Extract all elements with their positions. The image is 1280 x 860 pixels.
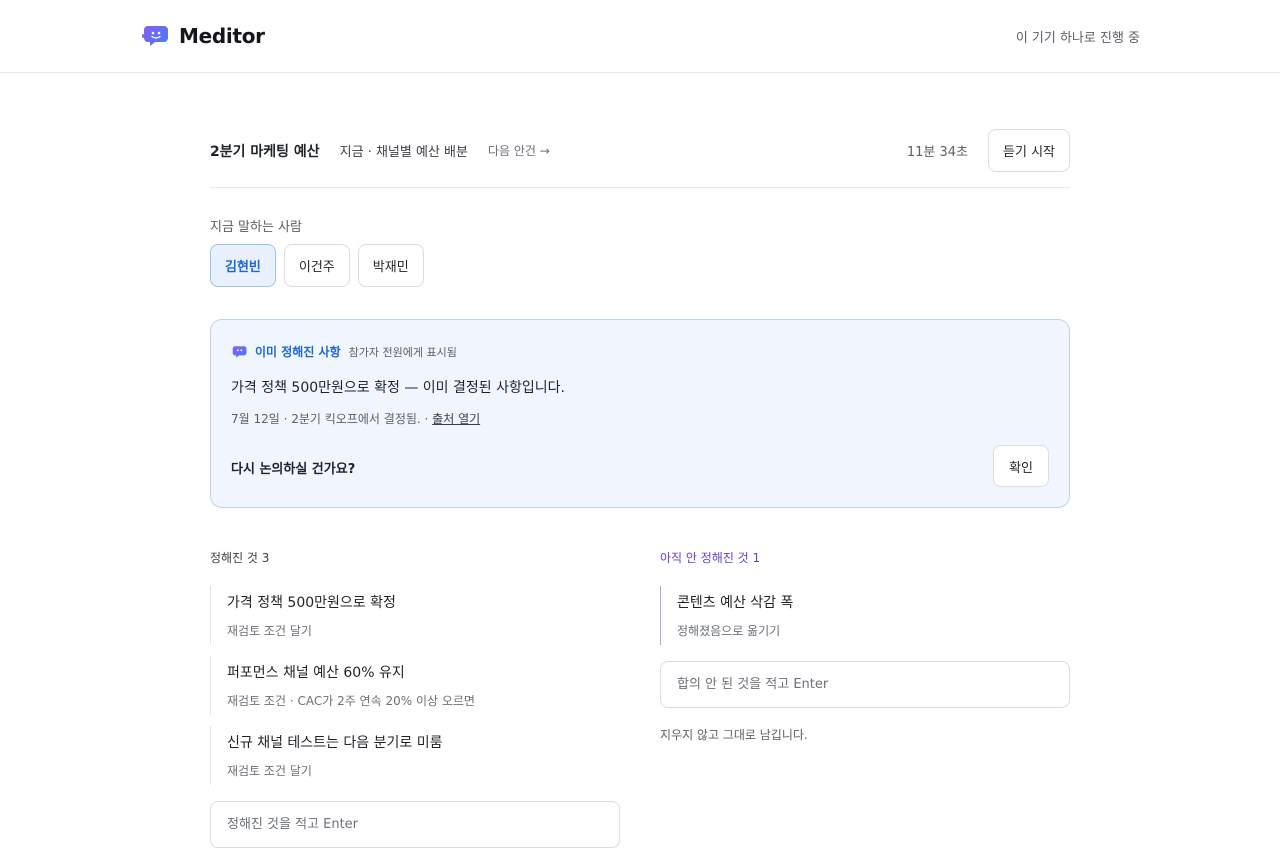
decided-item[interactable]: 퍼포먼스 채널 예산 60% 유지 재검토 조건 · CAC가 2주 연속 20…: [210, 656, 620, 715]
app-name: Meditor: [179, 24, 265, 48]
undecided-header: 아직 안 정해진 것 1: [660, 551, 761, 565]
main-content: 2분기 마케팅 예산 지금 · 채널별 예산 배분 다음 안건 → 11분 34…: [210, 73, 1070, 848]
speaker-chip[interactable]: 이건주: [283, 244, 350, 287]
undecided-input[interactable]: [660, 661, 1070, 708]
app-logo[interactable]: Meditor: [141, 24, 265, 48]
device-status: 이 기기 하나로 진행 중: [1015, 31, 1140, 46]
move-to-decided-link[interactable]: 정해졌음으로 옮기기: [677, 622, 1070, 639]
item-subtext: 재검토 조건 · CAC가 2주 연속 20% 이상 오르면: [227, 694, 475, 708]
keep-note: 지우지 않고 그대로 남깁니다.: [660, 728, 808, 742]
notice-tag: 이미 정해진 사항: [255, 345, 341, 359]
decided-column: 정해진 것 3 가격 정책 500만원으로 확정 재검토 조건 달기 퍼포먼스 …: [210, 549, 620, 848]
item-title: 가격 정책 500만원으로 확정: [227, 595, 396, 611]
already-decided-notice: 이미 정해진 사항 참가자 전원에게 표시됨 가격 정책 500만원으로 확정 …: [210, 319, 1070, 508]
meeting-bar: 2분기 마케팅 예산 지금 · 채널별 예산 배분 다음 안건 → 11분 34…: [210, 73, 1070, 188]
item-title: 퍼포먼스 채널 예산 60% 유지: [227, 665, 405, 681]
speaker-selector: 김현빈 이건주 박재민: [210, 244, 424, 287]
speaker-chip[interactable]: 박재민: [357, 244, 424, 287]
undecided-column: 아직 안 정해진 것 1 콘텐츠 예산 삭감 폭 정해졌음으로 옮기기 지우지 …: [660, 549, 1070, 743]
notice-question: 다시 논의하실 건가요?: [231, 462, 356, 477]
current-agenda: 지금 · 채널별 예산 배분: [339, 145, 468, 160]
item-title: 신규 채널 테스트는 다음 분기로 미룸: [227, 735, 443, 751]
next-agenda-link[interactable]: 다음 안건 →: [488, 142, 550, 159]
top-bar: Meditor 이 기기 하나로 진행 중: [0, 0, 1280, 73]
decided-item[interactable]: 가격 정책 500만원으로 확정 재검토 조건 달기: [210, 586, 620, 645]
undecided-item[interactable]: 콘텐츠 예산 삭감 폭 정해졌음으로 옮기기: [660, 586, 1070, 645]
notice-meta-text: 7월 12일 · 2분기 킥오프에서 결정됨. ·: [231, 412, 433, 426]
notice-visibility: 참가자 전원에게 표시됨: [348, 345, 457, 359]
start-listening-button[interactable]: 듣기 시작: [988, 129, 1070, 172]
chat-bubble-icon: [232, 345, 247, 358]
decided-input[interactable]: [210, 801, 620, 848]
decided-item[interactable]: 신규 채널 테스트는 다음 분기로 미룸 재검토 조건 달기: [210, 726, 620, 785]
decided-header: 정해진 것 3: [210, 551, 270, 565]
meeting-timer: 11분 34초: [906, 145, 969, 160]
speaker-label: 지금 말하는 사람: [210, 220, 302, 235]
item-title: 콘텐츠 예산 삭감 폭: [677, 595, 794, 611]
meeting-title: 2분기 마케팅 예산: [210, 143, 320, 160]
notice-message: 가격 정책 500만원으로 확정 — 이미 결정된 사항입니다.: [231, 380, 565, 396]
open-source-link[interactable]: 출처 열기: [432, 412, 480, 426]
notice-meta: 7월 12일 · 2분기 킥오프에서 결정됨. · 출처 열기: [231, 410, 480, 427]
speaker-chip[interactable]: 김현빈: [210, 244, 276, 287]
confirm-button[interactable]: 확인: [993, 445, 1049, 487]
item-subtext[interactable]: 재검토 조건 달기: [227, 762, 620, 779]
item-subtext[interactable]: 재검토 조건 달기: [227, 622, 620, 639]
chat-bubble-logo-icon: [142, 26, 168, 46]
